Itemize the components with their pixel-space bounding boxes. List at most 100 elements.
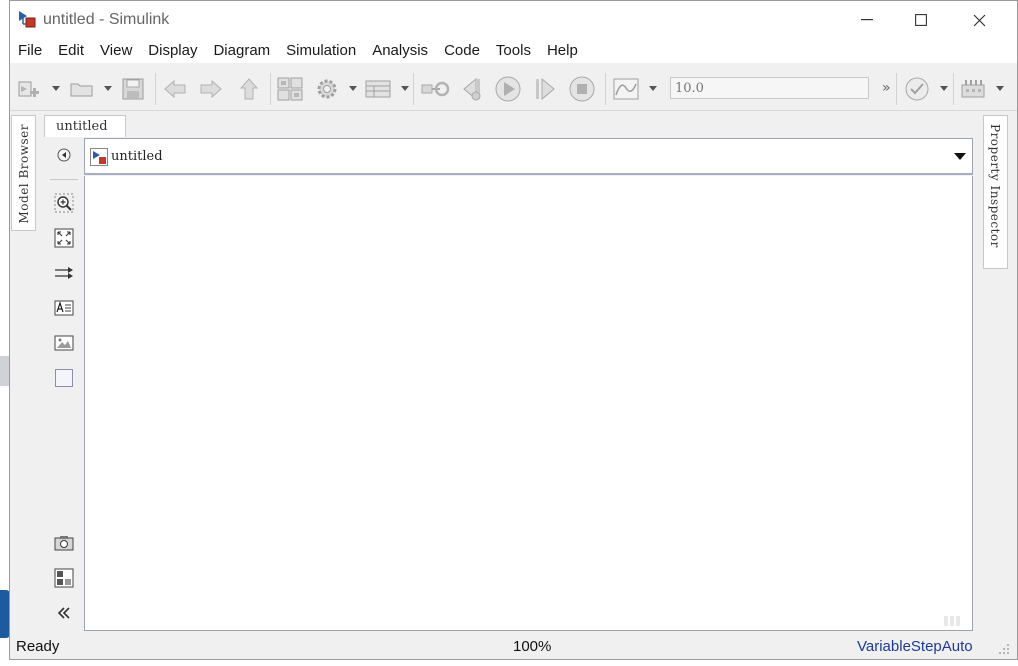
hide-browser-icon	[57, 148, 71, 162]
zoom-level: 100%	[513, 638, 552, 655]
data-inspector-icon	[613, 78, 639, 100]
menu-file[interactable]: File	[10, 39, 50, 63]
block-button[interactable]	[52, 566, 76, 590]
stop-button[interactable]	[568, 76, 596, 102]
model-settings-button[interactable]	[314, 76, 340, 102]
build-model-dropdown[interactable]	[996, 86, 1004, 91]
model-advisor-dropdown[interactable]	[940, 86, 948, 91]
menu-display[interactable]: Display	[140, 39, 205, 63]
hide-browser-button[interactable]	[52, 143, 76, 167]
breadcrumb-dropdown-arrow[interactable]	[954, 153, 966, 160]
property-inspector-label: Property Inspector	[988, 124, 1002, 248]
model-advisor-button[interactable]	[903, 76, 931, 102]
build-model-icon	[961, 80, 985, 98]
resize-grip-icon[interactable]	[997, 642, 1011, 656]
menu-analysis[interactable]: Analysis	[364, 39, 436, 63]
stop-icon	[569, 76, 595, 102]
close-icon	[973, 14, 985, 26]
block-icon	[54, 568, 74, 588]
menu-help[interactable]: Help	[539, 39, 586, 63]
menu-bar: File Edit View Display Diagram Simulatio…	[10, 39, 1017, 63]
model-explorer-icon	[365, 80, 391, 98]
menu-code[interactable]: Code	[436, 39, 488, 63]
build-model-button[interactable]	[959, 76, 987, 102]
run-icon	[495, 76, 521, 102]
screenshot-icon	[54, 536, 74, 551]
new-model-dropdown[interactable]	[52, 86, 60, 91]
close-button[interactable]	[956, 5, 1002, 35]
menu-simulation[interactable]: Simulation	[278, 39, 364, 63]
new-model-icon	[18, 81, 39, 97]
menu-tools[interactable]: Tools	[488, 39, 539, 63]
minimize-icon	[861, 19, 873, 21]
library-browser-icon	[277, 77, 303, 101]
signal-lines-button[interactable]	[52, 261, 76, 285]
data-inspector-button[interactable]	[612, 76, 640, 102]
new-model-button[interactable]	[16, 76, 42, 102]
data-inspector-dropdown[interactable]	[649, 86, 657, 91]
update-diagram-button[interactable]	[420, 76, 450, 102]
model-settings-dropdown[interactable]	[349, 86, 357, 91]
open-folder-icon	[70, 83, 93, 97]
model-editor-tab[interactable]: untitled	[44, 115, 126, 137]
forward-arrow-icon	[200, 79, 222, 99]
model-browser-tab[interactable]: Model Browser	[11, 115, 36, 231]
zoom-button[interactable]	[52, 191, 76, 215]
back-button[interactable]	[162, 76, 188, 102]
run-button[interactable]	[494, 76, 522, 102]
area-button[interactable]	[52, 366, 76, 390]
annotation-icon	[54, 300, 74, 316]
status-bar: Ready 100% VariableStepAuto	[10, 634, 1017, 659]
solver-link[interactable]: VariableStepAuto	[857, 638, 973, 655]
diagram-canvas[interactable]	[84, 176, 973, 631]
image-button[interactable]	[52, 331, 76, 355]
step-forward-button[interactable]	[532, 76, 560, 102]
minimize-button[interactable]	[844, 5, 890, 35]
title-bar[interactable]: untitled - Simulink	[10, 1, 1017, 39]
model-advisor-check-icon	[905, 77, 929, 101]
maximize-button[interactable]	[898, 5, 944, 35]
model-explorer-button[interactable]	[364, 76, 392, 102]
up-button[interactable]	[236, 76, 262, 102]
model-settings-gear-icon	[317, 79, 337, 99]
fit-to-view-button[interactable]	[52, 226, 76, 250]
menu-diagram[interactable]: Diagram	[205, 39, 278, 63]
menu-view[interactable]: View	[92, 39, 140, 63]
open-button[interactable]	[68, 76, 96, 102]
collapse-palette-button[interactable]	[52, 601, 76, 625]
model-explorer-dropdown[interactable]	[401, 86, 409, 91]
forward-button[interactable]	[198, 76, 224, 102]
property-inspector-tab[interactable]: Property Inspector	[983, 115, 1008, 269]
toolbar-separator	[270, 73, 271, 105]
palette-separator	[50, 179, 78, 180]
breadcrumb[interactable]: untitled	[84, 138, 973, 175]
zoom-icon	[54, 193, 74, 213]
toolbar-separator	[605, 73, 606, 105]
model-icon	[90, 148, 108, 166]
menu-edit[interactable]: Edit	[50, 39, 92, 63]
stop-time-input[interactable]: 10.0	[670, 77, 869, 99]
simulink-window: untitled - Simulink File Edit View Displ…	[9, 0, 1018, 660]
toolbar-separator	[953, 73, 954, 105]
tool-palette	[44, 138, 84, 630]
status-text: Ready	[16, 638, 60, 655]
step-back-button[interactable]	[458, 76, 486, 102]
annotation-button[interactable]	[52, 296, 76, 320]
step-back-icon	[463, 77, 481, 101]
toolbar-separator	[896, 73, 897, 105]
open-dropdown[interactable]	[104, 86, 112, 91]
library-browser-button[interactable]	[276, 76, 304, 102]
signal-lines-icon	[55, 267, 73, 279]
breadcrumb-model-name[interactable]: untitled	[111, 149, 163, 164]
canvas-scroll-grip-icon[interactable]	[944, 616, 964, 626]
window-title: untitled - Simulink	[43, 11, 170, 28]
back-arrow-icon	[164, 79, 186, 99]
image-icon	[54, 335, 74, 351]
fit-to-view-icon	[54, 228, 74, 248]
model-browser-label: Model Browser	[17, 124, 31, 224]
toolbar-separator	[413, 73, 414, 105]
update-diagram-icon	[421, 81, 450, 97]
toolbar-overflow-button[interactable]: »	[882, 80, 891, 96]
save-button[interactable]	[120, 76, 146, 102]
screenshot-button[interactable]	[52, 531, 76, 555]
